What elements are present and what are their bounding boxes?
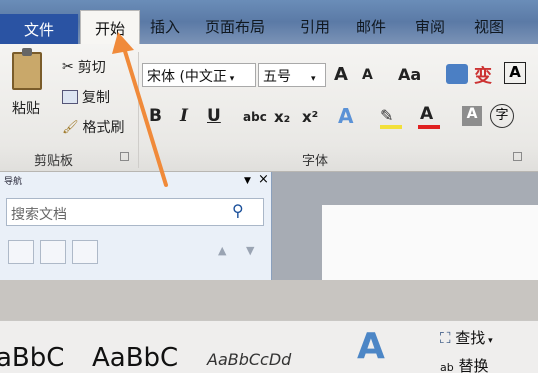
arrow-head: [112, 32, 134, 54]
orange-arrow-annotation: [112, 32, 168, 187]
arrow-shaft: [122, 46, 168, 187]
